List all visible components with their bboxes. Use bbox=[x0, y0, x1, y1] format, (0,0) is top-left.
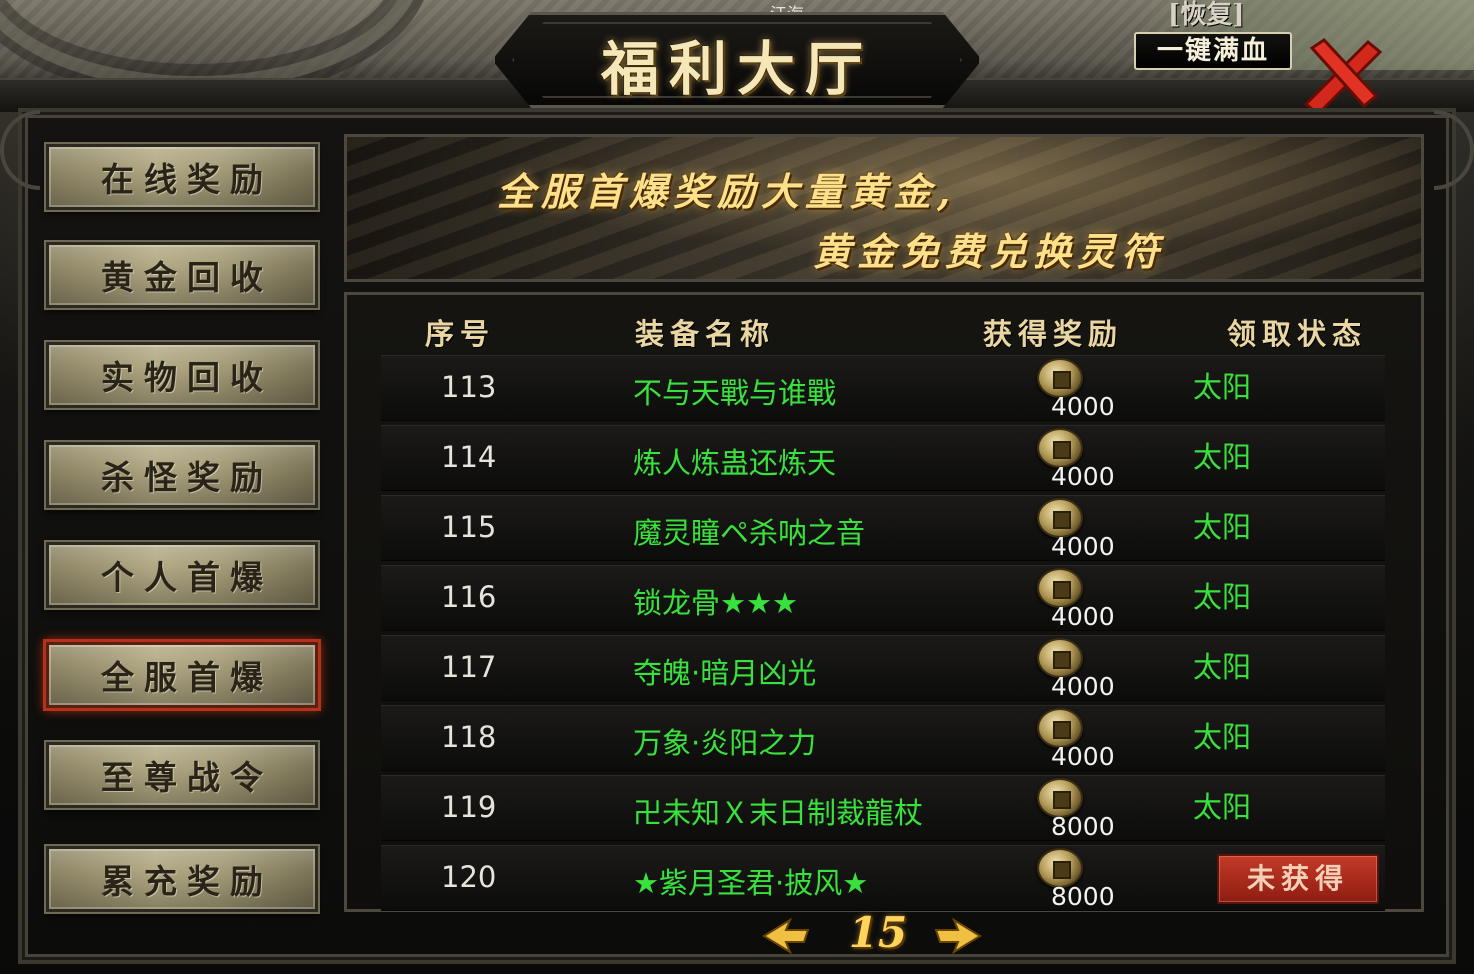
row-number: 116 bbox=[441, 580, 497, 614]
table-row: 118 万象·炎阳之力 4000 太阳 bbox=[381, 705, 1385, 771]
reward-amount: 8000 bbox=[1051, 882, 1115, 911]
column-header-status: 领取状态 bbox=[1227, 317, 1368, 351]
reward-amount: 4000 bbox=[1051, 532, 1115, 561]
item-name: 万象·炎阳之力 bbox=[633, 726, 817, 760]
reward-amount: 4000 bbox=[1051, 742, 1115, 771]
sidebar-item-kill-reward[interactable]: 杀怪奖励 bbox=[46, 442, 318, 508]
sidebar-item-gold-recycle[interactable]: 黄金回收 bbox=[46, 242, 318, 308]
table-row: 116 锁龙骨★★★ 4000 太阳 bbox=[381, 565, 1385, 631]
sidebar-item-label: 实物回收 bbox=[101, 358, 273, 397]
item-name: 锁龙骨★★★ bbox=[633, 586, 798, 620]
row-number: 114 bbox=[441, 440, 497, 474]
full-heal-button[interactable]: 一键满血 bbox=[1134, 32, 1292, 70]
reward-amount: 8000 bbox=[1051, 812, 1115, 841]
table-row: 114 炼人炼蛊还炼天 4000 太阳 bbox=[381, 425, 1385, 491]
panel-title: 福利大厅 bbox=[600, 35, 873, 103]
item-name: 不与天戰与谁戰 bbox=[633, 376, 837, 410]
sidebar-item-label: 个人首爆 bbox=[101, 558, 273, 597]
game-window: 江海 福利大厅 [恢复] 一键满血 在线奖励 黄金回收 实物回收 杀怪奖励 个人… bbox=[0, 0, 1474, 974]
column-header-item-name: 装备名称 bbox=[635, 317, 776, 351]
sidebar-item-label: 杀怪奖励 bbox=[101, 458, 273, 497]
pagination: 15 bbox=[760, 908, 990, 964]
sidebar-item-label: 至尊战令 bbox=[101, 758, 273, 797]
item-name: ★紫月圣君·披风★ bbox=[633, 866, 869, 900]
claim-status: 太阳 bbox=[1193, 510, 1252, 544]
sidebar-item-recharge-reward[interactable]: 累充奖励 bbox=[46, 846, 318, 912]
row-number: 115 bbox=[441, 510, 497, 544]
item-name: 魔灵瞳ペ杀呐之音 bbox=[633, 516, 866, 550]
row-number: 113 bbox=[441, 370, 497, 404]
item-name: 卍未知Ｘ末日制裁龍杖 bbox=[633, 796, 924, 830]
sidebar-item-online-reward[interactable]: 在线奖励 bbox=[46, 144, 318, 210]
claim-status: 太阳 bbox=[1193, 580, 1252, 614]
frame-ornament-left bbox=[0, 110, 40, 190]
frame-ornament-right bbox=[1434, 110, 1474, 190]
sidebar-item-label: 全服首爆 bbox=[101, 658, 273, 697]
row-number: 117 bbox=[441, 650, 497, 684]
prev-page-button[interactable] bbox=[760, 916, 812, 956]
reward-amount: 4000 bbox=[1051, 602, 1115, 631]
arrow-right-icon bbox=[934, 917, 982, 955]
table-row: 120 ★紫月圣君·披风★ 8000 未获得 bbox=[381, 845, 1385, 911]
first-drop-table: 序号 装备名称 获得奖励 领取状态 113 不与天戰与谁戰 4000 太阳 11… bbox=[344, 292, 1424, 912]
table-row: 119 卍未知Ｘ末日制裁龍杖 8000 太阳 bbox=[381, 775, 1385, 841]
sidebar-item-label: 累充奖励 bbox=[101, 862, 273, 901]
row-number: 119 bbox=[441, 790, 497, 824]
table-header: 序号 装备名称 获得奖励 领取状态 bbox=[347, 311, 1421, 355]
claim-status: 太阳 bbox=[1193, 440, 1252, 474]
column-header-number: 序号 bbox=[425, 317, 496, 351]
banner-line-2: 黄金免费兑换灵符 bbox=[813, 229, 1166, 274]
column-header-reward: 获得奖励 bbox=[983, 317, 1124, 351]
item-name: 夺魄·暗月凶光 bbox=[633, 656, 817, 690]
next-page-button[interactable] bbox=[932, 916, 984, 956]
sidebar-item-physical-recycle[interactable]: 实物回收 bbox=[46, 342, 318, 408]
sidebar-item-personal-first-drop[interactable]: 个人首爆 bbox=[46, 542, 318, 608]
promo-banner: 全服首爆奖励大量黄金, 黄金免费兑换灵符 bbox=[344, 134, 1424, 282]
claim-status: 太阳 bbox=[1193, 790, 1252, 824]
sidebar-item-label: 在线奖励 bbox=[101, 160, 273, 199]
arrow-left-icon bbox=[762, 917, 810, 955]
item-name: 炼人炼蛊还炼天 bbox=[633, 446, 837, 480]
table-row: 113 不与天戰与谁戰 4000 太阳 bbox=[381, 355, 1385, 421]
restore-link[interactable]: [恢复] bbox=[1168, 0, 1245, 31]
reward-amount: 4000 bbox=[1051, 672, 1115, 701]
unobtained-button[interactable]: 未获得 bbox=[1217, 854, 1379, 904]
table-row: 115 魔灵瞳ペ杀呐之音 4000 太阳 bbox=[381, 495, 1385, 561]
row-number: 120 bbox=[441, 860, 497, 894]
claim-status: 太阳 bbox=[1193, 720, 1252, 754]
page-number: 15 bbox=[848, 908, 908, 957]
reward-amount: 4000 bbox=[1051, 462, 1115, 491]
sidebar-item-server-first-drop[interactable]: 全服首爆 bbox=[46, 642, 318, 708]
sidebar-item-supreme-battle-pass[interactable]: 至尊战令 bbox=[46, 742, 318, 808]
sidebar-item-label: 黄金回收 bbox=[101, 258, 273, 297]
claim-status: 太阳 bbox=[1193, 650, 1252, 684]
row-number: 118 bbox=[441, 720, 497, 754]
claim-status: 太阳 bbox=[1193, 370, 1252, 404]
table-row: 117 夺魄·暗月凶光 4000 太阳 bbox=[381, 635, 1385, 701]
banner-line-1: 全服首爆奖励大量黄金, bbox=[497, 169, 957, 214]
reward-amount: 4000 bbox=[1051, 392, 1115, 421]
